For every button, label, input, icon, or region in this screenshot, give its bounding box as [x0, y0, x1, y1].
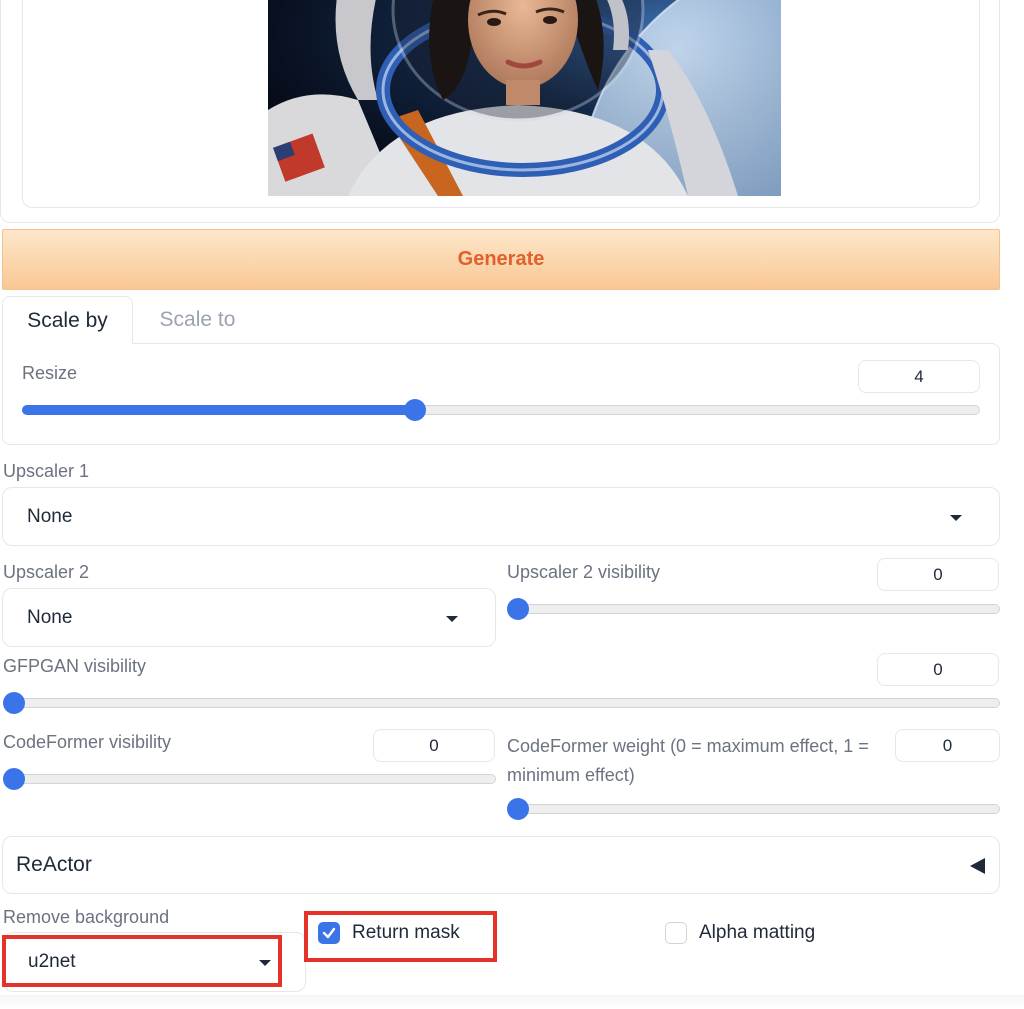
upscaler2-visibility-input[interactable]: 0: [877, 558, 999, 591]
scale-by-panel: [2, 343, 1000, 445]
resize-slider-thumb[interactable]: [403, 399, 426, 421]
collapse-arrow-icon: [970, 858, 985, 874]
image-frame: [22, 0, 980, 208]
resize-label: Resize: [22, 363, 78, 383]
tab-scale-by[interactable]: Scale by: [2, 296, 133, 344]
page-bottom-edge: [0, 995, 1024, 1009]
reactor-accordion[interactable]: ReActor: [2, 836, 1000, 894]
tab-scale-to[interactable]: Scale to: [140, 296, 255, 344]
codeformer-visibility-label: CodeFormer visibility: [3, 732, 172, 752]
codeformer-weight-label: CodeFormer weight (0 = maximum effect, 1…: [507, 736, 869, 785]
remove-background-label: Remove background: [3, 907, 170, 927]
codeformer-visibility-slider[interactable]: [3, 774, 496, 784]
upscaler2-selected: None: [27, 606, 73, 628]
upscaler2-dropdown[interactable]: None: [2, 588, 496, 647]
resize-slider-fill: [22, 405, 415, 415]
gfpgan-visibility-label: GFPGAN visibility: [3, 656, 147, 676]
upscaler2-label: Upscaler 2: [3, 562, 90, 582]
upscaler1-dropdown[interactable]: None: [2, 487, 1000, 546]
highlight-remove-background: [2, 935, 282, 987]
gfpgan-visibility-slider[interactable]: [3, 698, 1000, 708]
resize-number-input[interactable]: 4: [858, 360, 980, 393]
upscaler1-label: Upscaler 1: [3, 461, 90, 481]
upscaler2-visibility-label: Upscaler 2 visibility: [507, 562, 661, 582]
codeformer-visibility-thumb[interactable]: [3, 768, 25, 790]
alpha-matting-label: Alpha matting: [699, 922, 816, 943]
codeformer-weight-input[interactable]: 0: [895, 729, 1000, 762]
highlight-return-mask: [304, 911, 497, 962]
generate-button[interactable]: Generate: [2, 229, 1000, 290]
upscaler1-selected: None: [27, 505, 73, 527]
generated-image-astronaut[interactable]: [268, 0, 781, 196]
gfpgan-visibility-input[interactable]: 0: [877, 653, 999, 686]
upscaler2-visibility-thumb[interactable]: [507, 598, 529, 620]
codeformer-weight-slider[interactable]: [507, 804, 1000, 814]
codeformer-visibility-input[interactable]: 0: [373, 729, 495, 762]
alpha-matting-checkbox-group[interactable]: Alpha matting: [665, 922, 815, 944]
gfpgan-visibility-thumb[interactable]: [3, 692, 25, 714]
chevron-down-icon: [446, 616, 458, 622]
reactor-label: ReActor: [16, 853, 92, 876]
codeformer-weight-thumb[interactable]: [507, 798, 529, 820]
upscaler2-visibility-slider[interactable]: [507, 604, 1000, 614]
alpha-matting-checkbox[interactable]: [665, 922, 687, 944]
chevron-down-icon: [950, 515, 962, 521]
